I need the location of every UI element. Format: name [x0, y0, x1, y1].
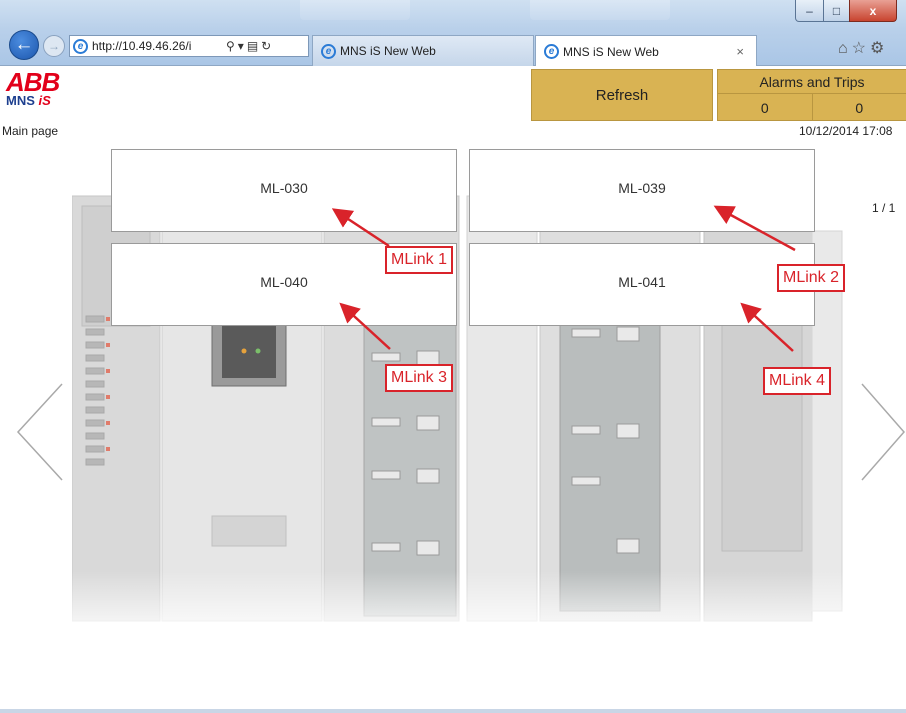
browser-title-bar: – □ x ← → e http://10.49.46.26/i ⚲▾▤↻ e … — [0, 0, 906, 67]
previous-page-button[interactable] — [14, 382, 66, 482]
window-bottom-border — [0, 709, 906, 713]
callout-mlink-4: MLink 4 — [763, 367, 832, 395]
mlink-button-ml-041[interactable]: ML-041 — [469, 243, 815, 326]
callout-mlink-1: MLink 1 — [385, 246, 454, 274]
refresh-icon[interactable]: ↻ — [261, 39, 274, 53]
dropdown-icon[interactable]: ▾ — [238, 39, 247, 53]
page-indicator: 1 / 1 — [872, 201, 896, 215]
chevron-right-icon — [861, 383, 905, 481]
favorites-star-icon[interactable]: ☆ — [852, 40, 870, 57]
browser-toolbar-icons: ⌂☆⚙ — [838, 38, 888, 58]
refresh-label: Refresh — [595, 86, 649, 104]
abb-mns-is-logo: ABB MNS iS — [6, 67, 60, 108]
ie-page-icon: e — [73, 38, 88, 54]
close-tab-icon[interactable]: × — [736, 44, 744, 59]
maximize-button[interactable]: □ — [823, 0, 850, 22]
mlink-button-ml-039[interactable]: ML-039 — [469, 149, 815, 232]
next-page-button[interactable] — [858, 382, 906, 482]
alarms-title: Alarms and Trips — [718, 70, 906, 94]
chevron-left-icon — [16, 383, 63, 481]
settings-gear-icon[interactable]: ⚙ — [870, 40, 888, 57]
ie-tab-icon: e — [544, 44, 559, 59]
mlink-button-ml-030[interactable]: ML-030 — [111, 149, 457, 232]
close-window-button[interactable]: x — [849, 0, 897, 22]
address-bar[interactable]: e http://10.49.46.26/i ⚲▾▤↻ — [69, 35, 309, 57]
mlink-label: ML-030 — [260, 179, 308, 196]
ie-tab-icon: e — [321, 43, 336, 59]
background-window-tab — [530, 0, 670, 20]
compat-view-icon[interactable]: ▤ — [247, 39, 261, 53]
switchgear-illustration — [72, 195, 852, 641]
callout-mlink-3: MLink 3 — [385, 364, 454, 392]
tab-label: MNS iS New Web — [563, 44, 659, 59]
browser-tab-2[interactable]: e MNS iS New Web × — [535, 35, 757, 67]
minimize-button[interactable]: – — [795, 0, 824, 22]
arrow-left-icon: ← — [14, 34, 34, 55]
home-icon[interactable]: ⌂ — [838, 40, 852, 57]
browser-tab-1[interactable]: e MNS iS New Web — [312, 35, 534, 66]
mlink-label: ML-040 — [260, 273, 308, 290]
alarms-and-trips-panel[interactable]: Alarms and Trips 0 0 — [717, 69, 906, 121]
web-page: ABB MNS iS Refresh Alarms and Trips 0 0 … — [0, 66, 906, 713]
forward-button[interactable]: → — [43, 35, 65, 57]
mlink-label: ML-039 — [618, 179, 666, 196]
trip-count: 0 — [855, 99, 864, 116]
callout-mlink-2: MLink 2 — [777, 264, 846, 292]
address-tools[interactable]: ⚲▾▤↻ — [226, 39, 274, 53]
alarm-count: 0 — [718, 94, 813, 121]
abb-logo-text: ABB — [6, 67, 60, 97]
back-button[interactable]: ← — [9, 30, 39, 60]
address-url[interactable]: http://10.49.46.26/i — [92, 39, 220, 53]
search-icon[interactable]: ⚲ — [226, 39, 238, 53]
arrow-right-icon: → — [48, 39, 60, 53]
page-title: Main page — [2, 124, 59, 138]
background-window-tab — [300, 0, 410, 20]
datetime: 10/12/2014 17:08 — [799, 124, 893, 138]
tab-label: MNS iS New Web — [340, 44, 436, 58]
mlink-label: ML-041 — [618, 273, 666, 290]
refresh-button[interactable]: Refresh — [531, 69, 713, 121]
